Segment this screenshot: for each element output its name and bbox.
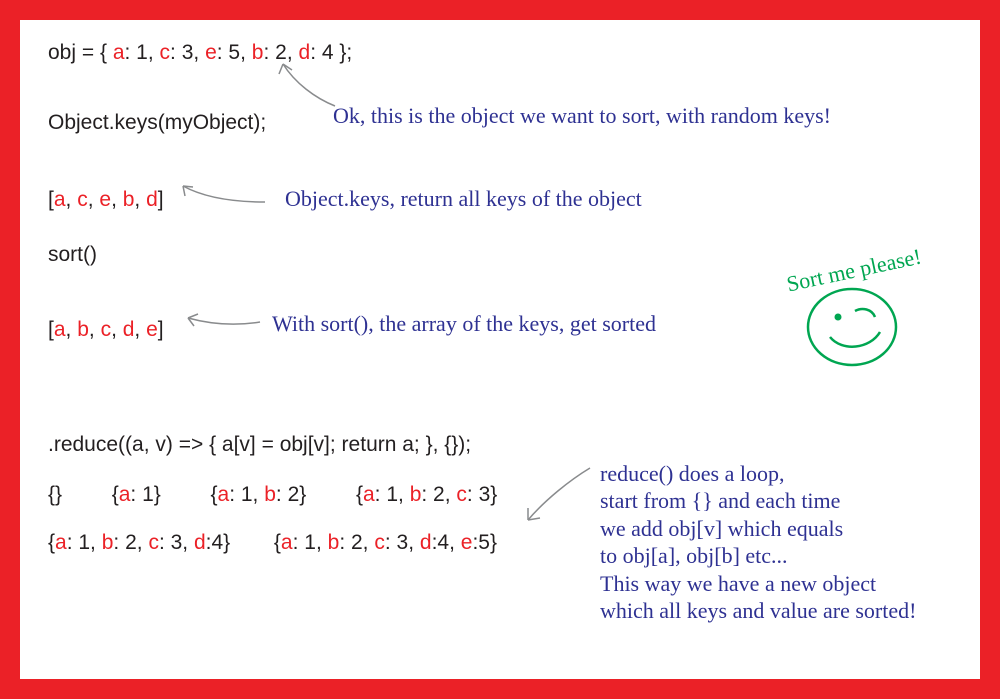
annotation-reduce: reduce() does a loop, start from {} and … <box>600 432 970 625</box>
text: : 1, <box>293 531 328 554</box>
text: sort() <box>48 243 97 266</box>
key: b <box>410 483 422 506</box>
text: : 2, <box>339 531 374 554</box>
key: a <box>363 483 375 506</box>
step-0: {} <box>48 483 62 506</box>
key: d <box>420 531 432 554</box>
text: , <box>134 188 146 211</box>
text: { <box>210 483 217 506</box>
arrow-icon <box>175 180 275 210</box>
text: : 3, <box>170 41 205 64</box>
key-e: e <box>205 41 217 64</box>
key: a <box>54 318 66 341</box>
key: a <box>55 531 67 554</box>
key: b <box>328 531 340 554</box>
key-c: c <box>160 41 171 64</box>
annotation-object: Ok, this is the object we want to sort, … <box>333 102 973 130</box>
key: c <box>77 188 88 211</box>
reduce-step-row-2: {a: 1, b: 2, c: 3, d:4} {a: 1, b: 2, c: … <box>48 528 497 557</box>
key-a: a <box>113 41 125 64</box>
reduce-step-row-1: {} {a: 1} {a: 1, b: 2} {a: 1, b: 2, c: 3… <box>48 480 497 509</box>
text: Object.keys, return all keys of the obje… <box>285 186 642 211</box>
text: : 3} <box>467 483 497 506</box>
key: e <box>99 188 111 211</box>
key: c <box>374 531 385 554</box>
text: obj = { <box>48 41 113 64</box>
text: : 3, <box>385 531 420 554</box>
text: , <box>89 318 101 341</box>
key-b: b <box>252 41 264 64</box>
key: e <box>461 531 473 554</box>
text: :4, <box>432 531 461 554</box>
annotation-keys: Object.keys, return all keys of the obje… <box>285 185 642 213</box>
text: ] <box>158 318 164 341</box>
key: c <box>148 531 159 554</box>
code-keys-array-sorted: [a, b, c, d, e] <box>48 315 164 344</box>
key: d <box>123 318 135 341</box>
arrow-icon <box>180 310 270 335</box>
text: : 2} <box>276 483 306 506</box>
key: b <box>264 483 276 506</box>
text: ] <box>158 188 164 211</box>
key: b <box>102 531 114 554</box>
text: { <box>48 531 55 554</box>
key: c <box>101 318 112 341</box>
doodle-sort-me-please: Sort me please! <box>785 255 975 377</box>
code-keys-array-unsorted: [a, c, e, b, d] <box>48 185 164 214</box>
text: { <box>356 483 363 506</box>
text: : 1, <box>229 483 264 506</box>
annotation-sort: With sort(), the array of the keys, get … <box>272 310 656 338</box>
text: Ok, this is the object we want to sort, … <box>333 103 831 128</box>
text: , <box>111 188 123 211</box>
key: a <box>54 188 66 211</box>
key: b <box>123 188 135 211</box>
code-object-keys: Object.keys(myObject); <box>48 108 266 137</box>
key: a <box>119 483 131 506</box>
key: d <box>146 188 158 211</box>
key: c <box>456 483 467 506</box>
text: reduce() does a loop, start from {} and … <box>600 461 916 624</box>
text: : 2, <box>113 531 148 554</box>
text: , <box>134 318 146 341</box>
text: Object.keys(myObject); <box>48 111 266 134</box>
text: : 5, <box>217 41 252 64</box>
key: a <box>281 531 293 554</box>
code-reduce: .reduce((a, v) => { a[v] = obj[v]; retur… <box>48 430 471 459</box>
text: : 1, <box>67 531 102 554</box>
text: : 3, <box>159 531 194 554</box>
text: , <box>66 318 78 341</box>
text: With sort(), the array of the keys, get … <box>272 311 656 336</box>
text: , <box>111 318 123 341</box>
key: b <box>77 318 89 341</box>
text: , <box>66 188 78 211</box>
smiley-icon <box>800 277 910 372</box>
text: : 1, <box>375 483 410 506</box>
key: a <box>218 483 230 506</box>
text: : 1, <box>125 41 160 64</box>
key: e <box>146 318 158 341</box>
text: : 2, <box>421 483 456 506</box>
key: d <box>194 531 206 554</box>
text: { <box>112 483 119 506</box>
text: , <box>88 188 100 211</box>
text: : 1} <box>130 483 160 506</box>
diagram-canvas: obj = { a: 1, c: 3, e: 5, b: 2, d: 4 }; … <box>20 20 980 679</box>
code-sort: sort() <box>48 240 97 269</box>
text: :4} <box>206 531 231 554</box>
text: .reduce((a, v) => { a[v] = obj[v]; retur… <box>48 433 471 456</box>
text: { <box>274 531 281 554</box>
arrow-icon <box>520 460 610 530</box>
text: :5} <box>472 531 497 554</box>
